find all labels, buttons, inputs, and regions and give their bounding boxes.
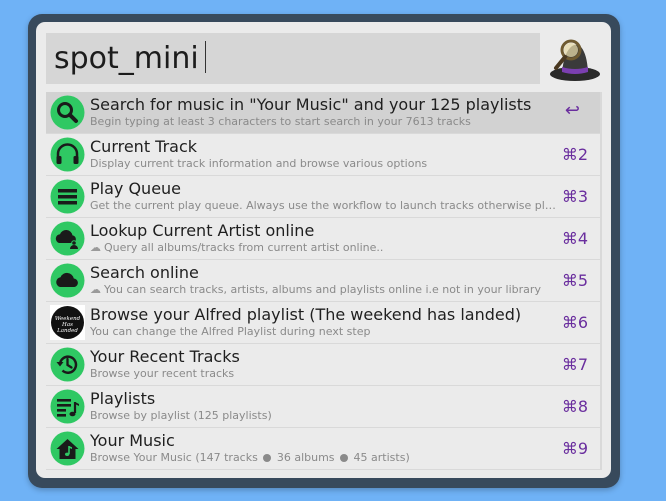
shortcut-label: ⌘3 (561, 187, 588, 206)
result-subtitle: Display current track information and br… (90, 157, 428, 170)
playlist-cover-icon: Weekend Has Landed (50, 305, 85, 340)
text-caret (204, 41, 206, 73)
return-key-icon: ↩ (564, 100, 580, 121)
results-list: Search for music in "Your Music" and you… (46, 92, 600, 470)
search-input[interactable]: spot_mini (46, 33, 540, 84)
search-query: spot_mini (54, 41, 199, 76)
result-subtitle: You can search tracks, artists, albums a… (104, 283, 541, 296)
alfred-panel: spot_mini Search for music in "Your Musi… (36, 22, 611, 478)
search-icon (50, 95, 85, 130)
result-row-playlists[interactable]: Playlists Browse by playlist (125 playli… (46, 386, 600, 428)
result-subtitle: Query all albums/tracks from current art… (104, 241, 384, 254)
cloud-icon (50, 263, 85, 298)
result-title: Your Music (90, 431, 175, 450)
result-row-alfred-playlist[interactable]: Weekend Has Landed Browse your Alfred pl… (46, 302, 600, 344)
result-subtitle: Get the current play queue. Always use t… (90, 199, 558, 212)
shortcut-label: ⌘8 (561, 397, 588, 416)
cloud-person-icon (50, 221, 85, 256)
cloud-icon: ☁ (90, 283, 101, 296)
shortcut-label: ⌘6 (561, 313, 588, 332)
headphones-icon (50, 137, 85, 172)
history-icon (50, 347, 85, 382)
queue-list-icon (50, 179, 85, 214)
svg-text:Landed: Landed (56, 328, 78, 334)
result-title: Search online (90, 263, 199, 282)
separator-dot-icon (340, 454, 349, 462)
result-row-play-queue[interactable]: Play Queue Get the current play queue. A… (46, 176, 600, 218)
separator-dot-icon (263, 454, 272, 462)
shortcut-label: ⌘2 (561, 145, 588, 164)
shortcut-label: ⌘9 (561, 439, 588, 458)
shortcut-label: ⌘5 (561, 271, 588, 290)
result-title: Current Track (90, 137, 198, 156)
cloud-icon: ☁ (90, 241, 101, 254)
result-subtitle-wrap: Browse Your Music (147 tracks 36 albums … (90, 451, 558, 465)
result-subtitle: Begin typing at least 3 characters to st… (90, 115, 471, 128)
result-row-recent-tracks[interactable]: Your Recent Tracks Browse your recent tr… (46, 344, 600, 386)
home-music-icon (50, 431, 85, 466)
result-row-search-music[interactable]: Search for music in "Your Music" and you… (46, 92, 600, 134)
result-subtitle-artists: 45 artists) (353, 451, 410, 464)
result-subtitle-albums: 36 albums (276, 451, 335, 464)
result-subtitle-wrap: ☁ You can search tracks, artists, albums … (90, 283, 558, 297)
result-subtitle: You can change the Alfred Playlist durin… (90, 325, 371, 338)
result-title: Your Recent Tracks (90, 347, 240, 366)
result-row-current-track[interactable]: Current Track Display current track info… (46, 134, 600, 176)
result-row-search-online[interactable]: Search online ☁ You can search tracks, ar… (46, 260, 600, 302)
result-subtitle-wrap: ☁ Query all albums/tracks from current ar… (90, 241, 558, 255)
result-title: Lookup Current Artist online (90, 221, 315, 240)
result-title: Browse your Alfred playlist (The weekend… (90, 305, 522, 324)
result-subtitle: Browse by playlist (125 playlists) (90, 409, 272, 422)
search-query-text: spot_mini (54, 39, 206, 79)
result-row-lookup-artist[interactable]: Lookup Current Artist online ☁ Query all … (46, 218, 600, 260)
result-title: Search for music in "Your Music" and you… (90, 95, 532, 114)
result-title: Play Queue (90, 179, 182, 198)
shortcut-label: ⌘7 (561, 355, 588, 374)
result-subtitle-tracks: Browse Your Music (147 tracks (90, 451, 258, 464)
alfred-hat-logo-icon (548, 34, 602, 84)
result-subtitle: Browse your recent tracks (90, 367, 235, 380)
results-scrollbar[interactable] (600, 92, 602, 470)
result-title: Playlists (90, 389, 156, 408)
playlist-icon (50, 389, 85, 424)
shortcut-label: ⌘4 (561, 229, 588, 248)
result-row-your-music[interactable]: Your Music Browse Your Music (147 tracks… (46, 428, 600, 470)
